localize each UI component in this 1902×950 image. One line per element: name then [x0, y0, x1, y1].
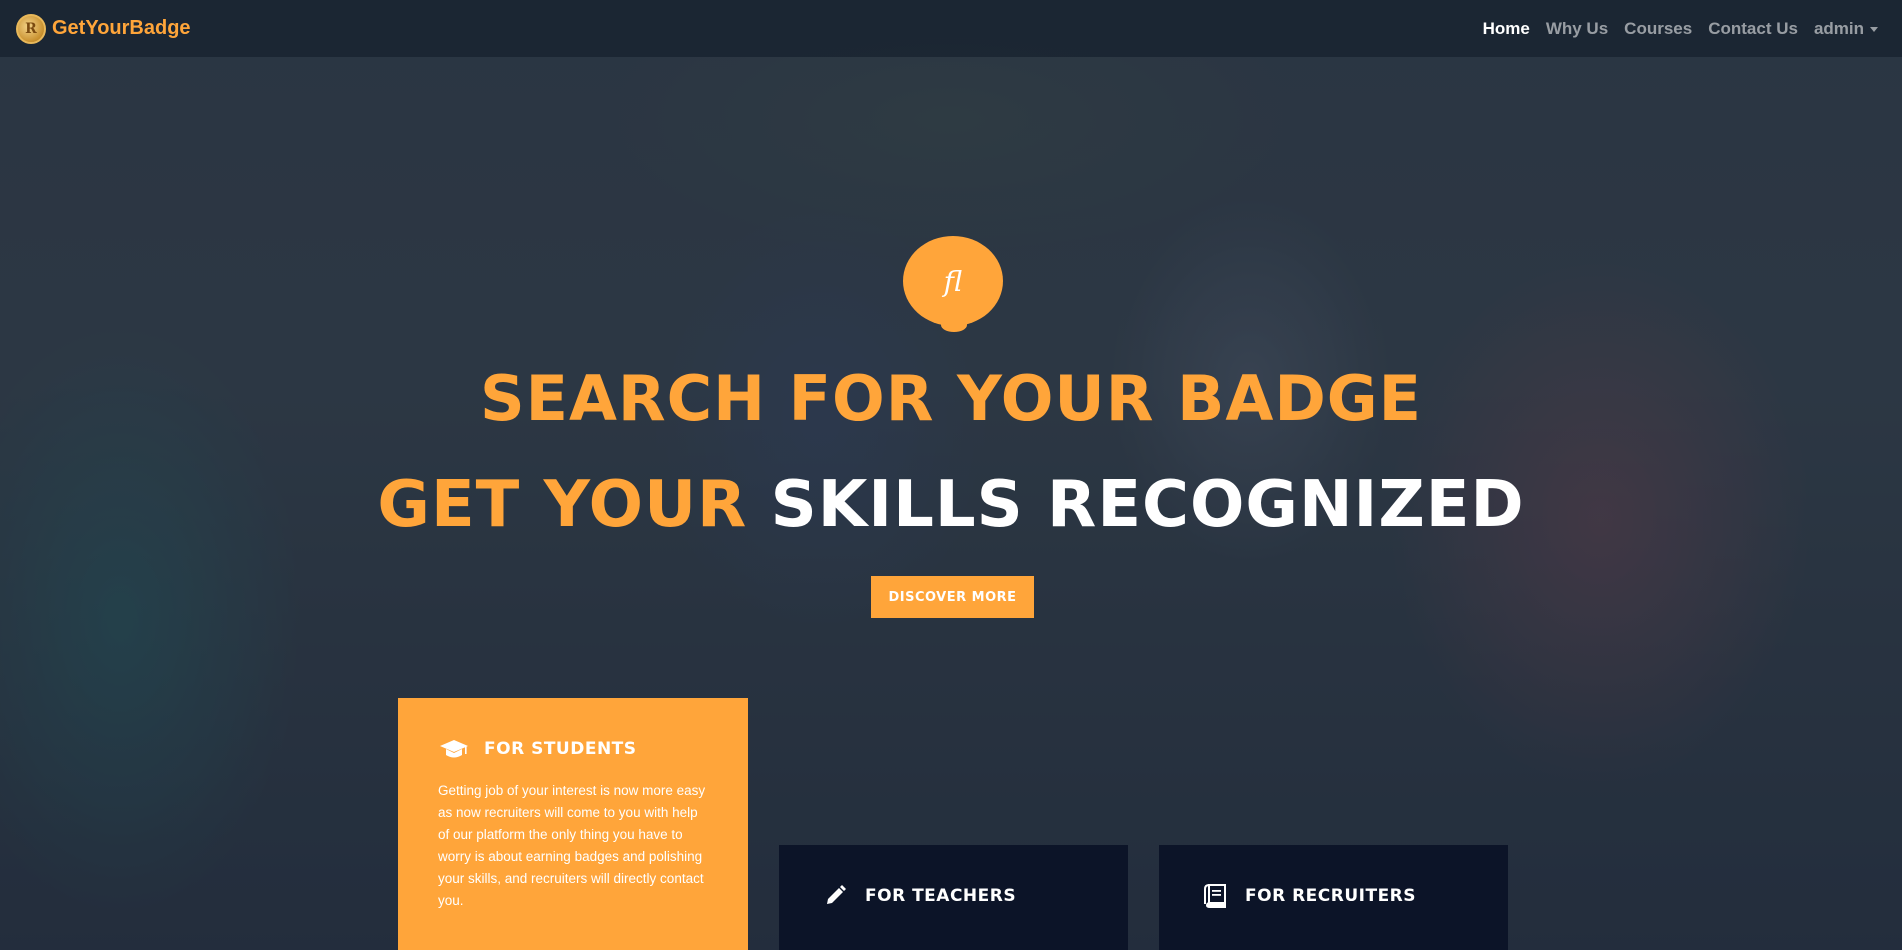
pencil-icon — [819, 883, 851, 909]
card-for-recruiters[interactable]: FOR RECRUITERS — [1159, 845, 1508, 950]
top-navbar: R GetYourBadge Home Why Us Courses Conta… — [0, 0, 1902, 57]
badge-icon: fl — [903, 236, 1003, 332]
hero-headline-primary: SEARCH FOR YOUR BADGE — [479, 362, 1423, 435]
brand-logo-icon: R — [16, 13, 46, 44]
book-icon — [1199, 883, 1231, 909]
hero-headline-secondary: GET YOUR SKILLS RECOGNIZED — [0, 468, 1902, 542]
nav-item-home[interactable]: Home — [1475, 11, 1538, 47]
card-for-students[interactable]: FOR STUDENTS Getting job of your interes… — [398, 698, 748, 950]
nav-item-courses[interactable]: Courses — [1616, 11, 1700, 47]
nav-item-contact-us[interactable]: Contact Us — [1700, 11, 1806, 47]
card-for-teachers[interactable]: FOR TEACHERS — [779, 845, 1128, 950]
user-menu-dropdown[interactable]: admin — [1806, 11, 1886, 47]
nav-links: Home Why Us Courses Contact Us admin — [1475, 11, 1886, 47]
card-text-students: Getting job of your interest is now more… — [438, 783, 706, 908]
discover-more-button[interactable]: DISCOVER MORE — [871, 576, 1034, 618]
nav-item-why-us[interactable]: Why Us — [1538, 11, 1616, 47]
user-menu-label: admin — [1813, 18, 1864, 38]
card-title-students: FOR STUDENTS — [484, 739, 637, 759]
chevron-down-icon — [1870, 26, 1878, 32]
brand-name: GetYourBadge — [52, 17, 191, 39]
card-title-recruiters: FOR RECRUITERS — [1245, 886, 1417, 906]
brand-link[interactable]: R GetYourBadge — [16, 13, 191, 44]
card-title-teachers: FOR TEACHERS — [865, 886, 1017, 906]
headline-rest: SKILLS RECOGNIZED — [770, 468, 1525, 542]
graduation-cap-icon — [438, 736, 470, 762]
headline-highlight: GET YOUR — [377, 468, 748, 542]
badge-glyph: fl — [943, 264, 963, 298]
